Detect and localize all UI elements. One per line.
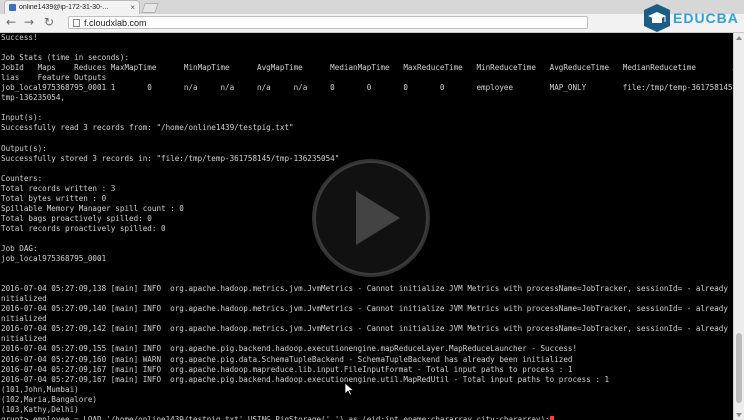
terminal-line: nitialized xyxy=(1,314,47,324)
terminal-line: Successfully read 3 records from: "/home… xyxy=(1,123,294,133)
page-icon xyxy=(73,18,80,27)
play-icon[interactable] xyxy=(310,157,432,279)
text-cursor xyxy=(549,415,554,420)
terminal-line: 2016-07-04 05:27:09,140 [main] INFO org.… xyxy=(1,304,733,314)
scroll-up-icon[interactable] xyxy=(736,36,742,40)
terminal-line: 2016-07-04 05:27:09,160 [main] WARN org.… xyxy=(1,354,573,364)
graduation-cap-icon xyxy=(644,4,670,32)
terminal-scrollbar[interactable] xyxy=(733,33,744,420)
terminal-line: 2016-07-04 05:27:09,138 [main] INFO org.… xyxy=(1,284,733,294)
reload-icon[interactable]: ↻ xyxy=(42,15,56,29)
terminal-line: nitialized xyxy=(1,294,47,304)
back-icon[interactable]: ← xyxy=(4,15,18,29)
terminal-line: Success! xyxy=(1,33,38,42)
terminal-line: (103,Kathy,Delhi) xyxy=(1,404,79,414)
tab-title: online1439@ip-172-31-30-... xyxy=(19,4,109,11)
terminal-line: tmp-136235054, xyxy=(1,93,66,103)
logo-text: EDUCBA xyxy=(673,10,739,26)
browser-tab-bar: online1439@ip-172-31-30-... × xyxy=(0,0,744,14)
url-text: f.cloudxlab.com xyxy=(84,17,147,28)
terminal-line: lias Feature Outputs xyxy=(1,73,107,83)
tab-close-icon[interactable]: × xyxy=(130,3,135,12)
terminal-line: job_local975368795_0001 1 0 n/a n/a n/a … xyxy=(1,83,733,93)
terminal-line: nitialized xyxy=(1,334,47,344)
terminal-favicon-icon xyxy=(9,4,16,11)
new-tab-button[interactable] xyxy=(141,3,159,13)
terminal-line: (101,John,Mumbai) xyxy=(1,384,79,394)
scroll-thumb[interactable] xyxy=(736,333,742,403)
address-bar[interactable]: f.cloudxlab.com xyxy=(68,16,588,29)
educba-logo: EDUCBA xyxy=(644,3,744,33)
terminal-line: (102,Maria,Bangalore) xyxy=(1,394,98,404)
terminal-line: Input(s): xyxy=(1,113,43,123)
browser-tab[interactable]: online1439@ip-172-31-30-... × xyxy=(4,0,140,14)
browser-toolbar: ← → ↻ f.cloudxlab.com xyxy=(0,14,744,33)
grunt-prompt-line[interactable]: grunt> employee = LOAD '/home/online1439… xyxy=(0,415,733,420)
terminal-line: JobId Maps Reduces MaxMapTime MinMapTime… xyxy=(1,63,733,73)
terminal-line: Job Stats (time in seconds): xyxy=(1,53,130,63)
mouse-pointer-icon xyxy=(345,383,354,396)
terminal-line: Output(s): xyxy=(1,143,47,153)
terminal-line: 2016-07-04 05:27:09,167 [main] INFO org.… xyxy=(1,364,573,374)
terminal-line: 2016-07-04 05:27:09,142 [main] INFO org.… xyxy=(1,324,733,334)
forward-icon[interactable]: → xyxy=(22,15,36,29)
terminal-line: 2016-07-04 05:27:09,167 [main] INFO org.… xyxy=(1,374,610,384)
scroll-down-icon[interactable] xyxy=(736,413,742,417)
prompt-text: grunt> employee = LOAD '/home/online1439… xyxy=(1,414,550,420)
terminal-line: 2016-07-04 05:27:09,155 [main] INFO org.… xyxy=(1,344,578,354)
